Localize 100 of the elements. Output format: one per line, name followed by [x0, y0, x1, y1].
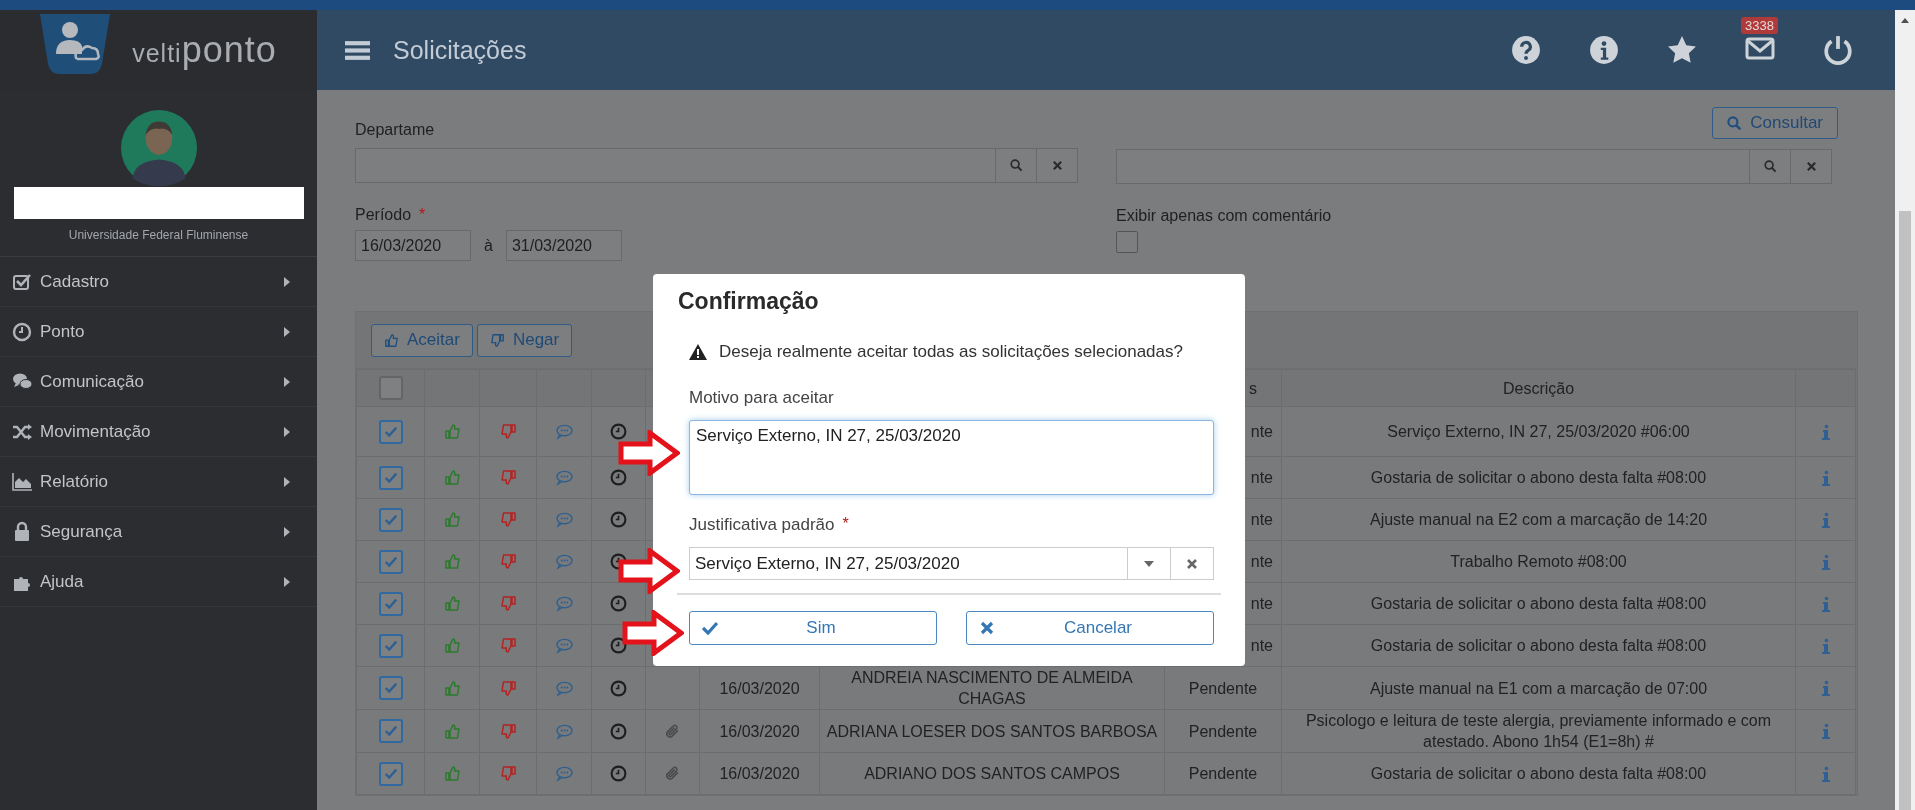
comment-icon[interactable]: [555, 423, 573, 440]
required-mark: *: [842, 515, 849, 534]
checkbox[interactable]: [378, 419, 403, 444]
reason-field[interactable]: Serviço Externo, IN 27, 25/03/2020: [689, 420, 1214, 495]
thumbs-down-icon[interactable]: [499, 595, 517, 612]
thumbs-down-icon[interactable]: [499, 553, 517, 570]
thumbs-down-icon[interactable]: [499, 469, 517, 486]
comment-icon[interactable]: [555, 595, 573, 612]
search-icon[interactable]: [1009, 159, 1023, 172]
cancel-button[interactable]: Cancelar: [966, 611, 1214, 645]
menu-item[interactable]: Cadastro: [0, 257, 317, 307]
warning-icon: [689, 344, 707, 360]
scrollbar[interactable]: [1895, 10, 1915, 810]
thumbs-down-icon[interactable]: [499, 637, 517, 654]
table-cell: ADRIANO DOS SANTOS CAMPOS: [819, 752, 1165, 795]
checkbox[interactable]: [378, 591, 403, 616]
menu-item[interactable]: Ajuda: [0, 557, 317, 607]
table-cell: Gostaria de solicitar o abono desta falta #08:00: [1281, 456, 1796, 499]
lookup-field[interactable]: [355, 148, 1078, 183]
check-icon: [382, 724, 399, 738]
comment-icon[interactable]: [555, 765, 573, 782]
power-icon[interactable]: [1823, 35, 1853, 65]
table-cell: Trabalho Remoto #08:00: [1281, 540, 1796, 583]
caret-right-icon: [284, 326, 290, 337]
notification-badge: 3338: [1741, 17, 1778, 34]
checkbox[interactable]: [378, 507, 403, 532]
area-chart-icon: [12, 470, 34, 493]
comment-icon[interactable]: [555, 722, 573, 740]
checkbox[interactable]: [378, 719, 403, 743]
help-icon[interactable]: [1511, 35, 1541, 65]
checkbox-label: Exibir apenas com comentário: [1116, 207, 1333, 226]
clear-icon[interactable]: [1186, 557, 1198, 570]
date-separator: à: [484, 236, 493, 255]
menu-icon[interactable]: [345, 39, 370, 61]
table-cell: Gostaria de solicitar o abono desta falta #08:00: [1281, 752, 1796, 795]
thumbs-up-icon[interactable]: [443, 469, 461, 486]
caret-right-icon: [284, 376, 290, 387]
comment-icon[interactable]: [555, 679, 573, 697]
check-icon: [382, 638, 399, 653]
menu-item[interactable]: Relatório: [0, 457, 317, 507]
checkbox[interactable]: [378, 465, 403, 490]
menu-item[interactable]: Ponto: [0, 307, 317, 357]
thumbs-up-icon[interactable]: [443, 423, 461, 440]
comment-icon[interactable]: [555, 553, 573, 570]
thumbs-down-icon[interactable]: [499, 679, 517, 697]
thumbs-up-icon[interactable]: [443, 765, 461, 782]
confirm-button[interactable]: Sim: [689, 611, 937, 645]
clock-icon: [12, 320, 34, 343]
menu-item[interactable]: Comunicação: [0, 357, 317, 407]
menu-item[interactable]: Movimentação: [0, 407, 317, 457]
date-field[interactable]: 16/03/2020: [355, 230, 471, 261]
thumbs-up-icon[interactable]: [443, 722, 461, 740]
comment-icon[interactable]: [555, 637, 573, 654]
table-cell: Gostaria de solicitar o abono desta falta #08:00: [1281, 582, 1796, 625]
scroll-up-icon[interactable]: [1901, 18, 1909, 23]
field-label: Departame: [355, 121, 436, 139]
info-icon[interactable]: [1589, 35, 1619, 65]
comment-icon[interactable]: [555, 469, 573, 486]
caret-right-icon: [284, 426, 290, 437]
thumbs-up-icon[interactable]: [443, 679, 461, 697]
thumbs-up-icon[interactable]: [443, 595, 461, 612]
checkbox[interactable]: [378, 676, 403, 700]
dialog-title: Confirmação: [678, 287, 820, 316]
date-field[interactable]: 31/03/2020: [505, 230, 622, 261]
table-cell: Psicologo e leitura de teste alergia, previamente informado e com atestado. Abono 1h54 (E1=8h) #: [1281, 709, 1796, 753]
thumbs-down-icon[interactable]: [499, 765, 517, 782]
thumbs-down-icon[interactable]: [499, 423, 517, 440]
caret-down-icon[interactable]: [1144, 560, 1154, 567]
search-icon: [1727, 115, 1743, 131]
star-icon[interactable]: [1667, 35, 1697, 65]
thumbs-up-icon[interactable]: [443, 553, 461, 570]
comment-icon[interactable]: [555, 511, 573, 528]
field-label: Justificativa padrão: [689, 515, 835, 535]
search-icon[interactable]: [1763, 160, 1777, 173]
checkbox[interactable]: [378, 761, 403, 786]
column-header: Descrição: [1281, 369, 1796, 407]
lookup-field[interactable]: [1116, 149, 1832, 184]
table-cell: Pendente: [1164, 709, 1282, 753]
paperclip-icon[interactable]: [664, 722, 681, 740]
checkbox[interactable]: [1116, 231, 1138, 253]
thumbs-down-icon[interactable]: [499, 511, 517, 528]
check-icon: [382, 766, 399, 781]
thumbs-up-icon[interactable]: [443, 637, 461, 654]
check-icon: [382, 424, 399, 439]
checkbox[interactable]: [378, 376, 403, 400]
paperclip-icon[interactable]: [664, 765, 681, 782]
select-field[interactable]: Serviço Externo, IN 27, 25/03/2020: [689, 547, 1214, 580]
clear-icon[interactable]: [1805, 161, 1817, 172]
checkbox[interactable]: [378, 633, 403, 658]
close-icon: [979, 621, 995, 635]
menu-item[interactable]: Segurança: [0, 507, 317, 557]
caret-right-icon: [284, 476, 290, 487]
checkbox[interactable]: [378, 549, 403, 574]
thumbs-down-icon[interactable]: [499, 722, 517, 740]
dialog-message: Deseja realmente aceitar todas as solicitações selecionadas?: [719, 342, 1183, 362]
caret-right-icon: [284, 526, 290, 537]
thumbs-up-icon[interactable]: [443, 511, 461, 528]
table-cell: 16/03/2020: [699, 752, 820, 795]
scrollbar-thumb[interactable]: [1899, 211, 1911, 810]
clear-icon[interactable]: [1051, 160, 1063, 171]
